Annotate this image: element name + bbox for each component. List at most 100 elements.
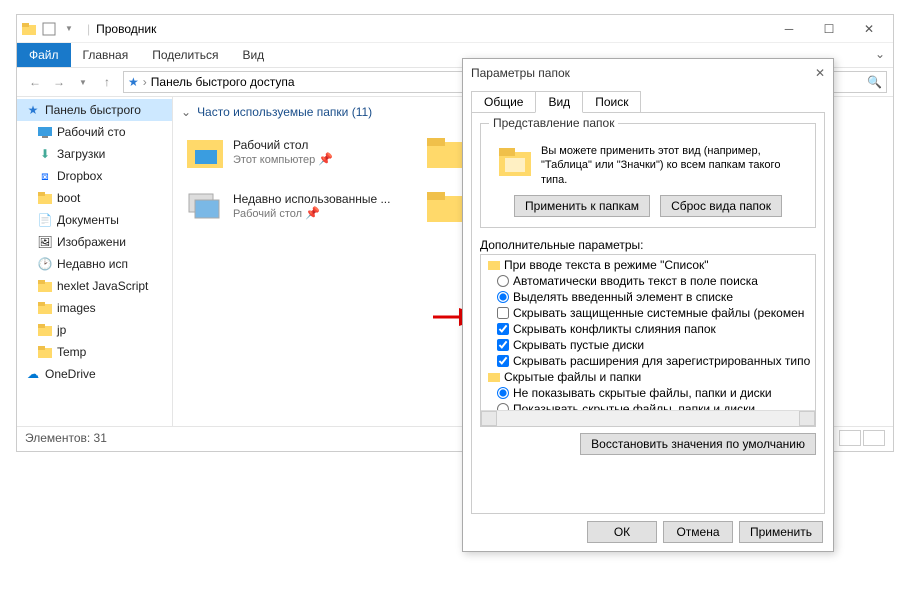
- cancel-button[interactable]: Отмена: [663, 521, 733, 543]
- tab-view[interactable]: Вид: [230, 43, 276, 67]
- setting-label: Скрытые файлы и папки: [504, 370, 641, 384]
- folder-icon: [37, 278, 53, 294]
- ribbon-expand-icon[interactable]: ⌄: [867, 43, 893, 67]
- tab-share[interactable]: Поделиться: [140, 43, 230, 67]
- checkbox[interactable]: [497, 339, 509, 351]
- cloud-icon: ☁: [25, 366, 41, 382]
- view-details-button[interactable]: [839, 430, 861, 446]
- tab-file[interactable]: Файл: [17, 43, 71, 67]
- sidebar-item[interactable]: Temp: [17, 341, 172, 363]
- sidebar-item-label: OneDrive: [45, 367, 96, 381]
- setting-label: Автоматически вводить текст в поле поиск…: [513, 274, 758, 288]
- file-item[interactable]: Недавно использованные ...Рабочий стол 📌: [181, 179, 421, 233]
- setting-label: Скрывать защищенные системные файлы (рек…: [513, 306, 804, 320]
- radio[interactable]: [497, 291, 509, 303]
- sidebar-item-label: hexlet JavaScript: [57, 279, 148, 293]
- close-button[interactable]: ✕: [849, 15, 889, 43]
- folder-views-group: Представление папок Вы можете применить …: [480, 123, 816, 228]
- back-button[interactable]: ←: [23, 70, 47, 94]
- status-text: Элементов: 31: [25, 431, 107, 445]
- advanced-setting-item[interactable]: Скрывать пустые диски: [483, 337, 813, 353]
- setting-label: Скрывать пустые диски: [513, 338, 644, 352]
- address-text: Панель быстрого доступа: [151, 75, 295, 89]
- advanced-setting-item[interactable]: Выделять введенный элемент в списке: [483, 289, 813, 305]
- sidebar-item[interactable]: ⬇Загрузки: [17, 143, 172, 165]
- sidebar-item[interactable]: hexlet JavaScript: [17, 275, 172, 297]
- sidebar: ★Панель быстрогоРабочий сто⬇Загрузки ⧈ Dro…: [17, 97, 173, 426]
- sidebar-item[interactable]: images: [17, 297, 172, 319]
- tab-search[interactable]: Поиск: [582, 91, 641, 113]
- advanced-setting-item[interactable]: Скрывать расширения для зарегистрированн…: [483, 353, 813, 369]
- checkbox[interactable]: [497, 355, 509, 367]
- group-description: Вы можете применить этот вид (например, …: [541, 144, 807, 187]
- tab-home[interactable]: Главная: [71, 43, 141, 67]
- chevron-down-icon: ⌄: [181, 105, 191, 119]
- sidebar-item-label: Документы: [57, 213, 119, 227]
- maximize-button[interactable]: ☐: [809, 15, 849, 43]
- folder-icon: [487, 258, 501, 272]
- checkbox[interactable]: [497, 307, 509, 319]
- desktop-icon: [37, 124, 53, 140]
- sidebar-item[interactable]: boot: [17, 187, 172, 209]
- sidebar-item-label: Загрузки: [57, 147, 105, 161]
- item-thumbnail: [425, 132, 465, 172]
- scroll-left-button[interactable]: [481, 411, 497, 426]
- advanced-settings-list[interactable]: При вводе текста в режиме "Список" Автома…: [480, 254, 816, 427]
- setting-label: Выделять введенный элемент в списке: [513, 290, 733, 304]
- sidebar-item-label: Dropbox: [57, 169, 102, 183]
- sidebar-item[interactable]: 🕑Недавно исп: [17, 253, 172, 275]
- qat-dropdown-icon[interactable]: ▼: [61, 21, 77, 37]
- history-dropdown[interactable]: ▼: [71, 70, 95, 94]
- view-icons-button[interactable]: [863, 430, 885, 446]
- dropbox-icon: ⧈: [37, 168, 53, 184]
- sidebar-item[interactable]: jp: [17, 319, 172, 341]
- folder-icon: [497, 144, 533, 180]
- checkbox[interactable]: [497, 323, 509, 335]
- setting-label: Скрывать расширения для зарегистрированн…: [513, 354, 810, 368]
- image-icon: 🖼: [37, 234, 53, 250]
- sidebar-item-label: jp: [57, 323, 66, 337]
- tab-view-settings[interactable]: Вид: [535, 91, 583, 113]
- reset-folders-button[interactable]: Сброс вида папок: [660, 195, 782, 217]
- sidebar-item-label: Изображени: [57, 235, 126, 249]
- advanced-setting-item[interactable]: Автоматически вводить текст в поле поиск…: [483, 273, 813, 289]
- item-location: Этот компьютер 📌: [233, 152, 333, 166]
- forward-button[interactable]: →: [47, 70, 71, 94]
- sidebar-item[interactable]: 📄 Документы: [17, 209, 172, 231]
- restore-defaults-button[interactable]: Восстановить значения по умолчанию: [580, 433, 816, 455]
- sidebar-item-label: Temp: [57, 345, 86, 359]
- advanced-setting-item[interactable]: Скрывать защищенные системные файлы (рек…: [483, 305, 813, 321]
- qat-icon[interactable]: [41, 21, 57, 37]
- dialog-close-button[interactable]: ✕: [815, 66, 825, 80]
- radio[interactable]: [497, 275, 509, 287]
- dialog-titlebar: Параметры папок ✕: [463, 59, 833, 87]
- star-icon: ★: [25, 102, 41, 118]
- advanced-setting-item: Скрытые файлы и папки: [483, 369, 813, 385]
- doc-icon: 📄: [37, 212, 53, 228]
- sidebar-item[interactable]: Рабочий сто: [17, 121, 172, 143]
- folder-icon: [37, 344, 53, 360]
- explorer-icon: [21, 21, 37, 37]
- apply-to-folders-button[interactable]: Применить к папкам: [514, 195, 650, 217]
- advanced-setting-item[interactable]: Не показывать скрытые файлы, папки и дис…: [483, 385, 813, 401]
- ok-button[interactable]: ОК: [587, 521, 657, 543]
- setting-label: При вводе текста в режиме "Список": [504, 258, 709, 272]
- apply-button[interactable]: Применить: [739, 521, 823, 543]
- sidebar-item[interactable]: ☁ OneDrive: [17, 363, 172, 385]
- search-icon: 🔍: [867, 75, 882, 89]
- dialog-title: Параметры папок: [471, 66, 570, 80]
- minimize-button[interactable]: ─: [769, 15, 809, 43]
- advanced-setting-item[interactable]: Скрывать конфликты слияния папок: [483, 321, 813, 337]
- up-button[interactable]: ↑: [95, 70, 119, 94]
- file-item[interactable]: Рабочий столЭтот компьютер 📌: [181, 125, 421, 179]
- setting-label: Скрывать конфликты слияния папок: [513, 322, 716, 336]
- sidebar-item[interactable]: ★Панель быстрого: [17, 99, 172, 121]
- group-legend: Представление папок: [489, 116, 618, 130]
- sidebar-item[interactable]: 🖼 Изображени: [17, 231, 172, 253]
- radio[interactable]: [497, 387, 509, 399]
- horizontal-scrollbar[interactable]: [481, 410, 815, 426]
- sidebar-item[interactable]: ⧈ Dropbox: [17, 165, 172, 187]
- tab-general[interactable]: Общие: [471, 91, 536, 113]
- setting-label: Не показывать скрытые файлы, папки и дис…: [513, 386, 772, 400]
- scroll-right-button[interactable]: [799, 411, 815, 426]
